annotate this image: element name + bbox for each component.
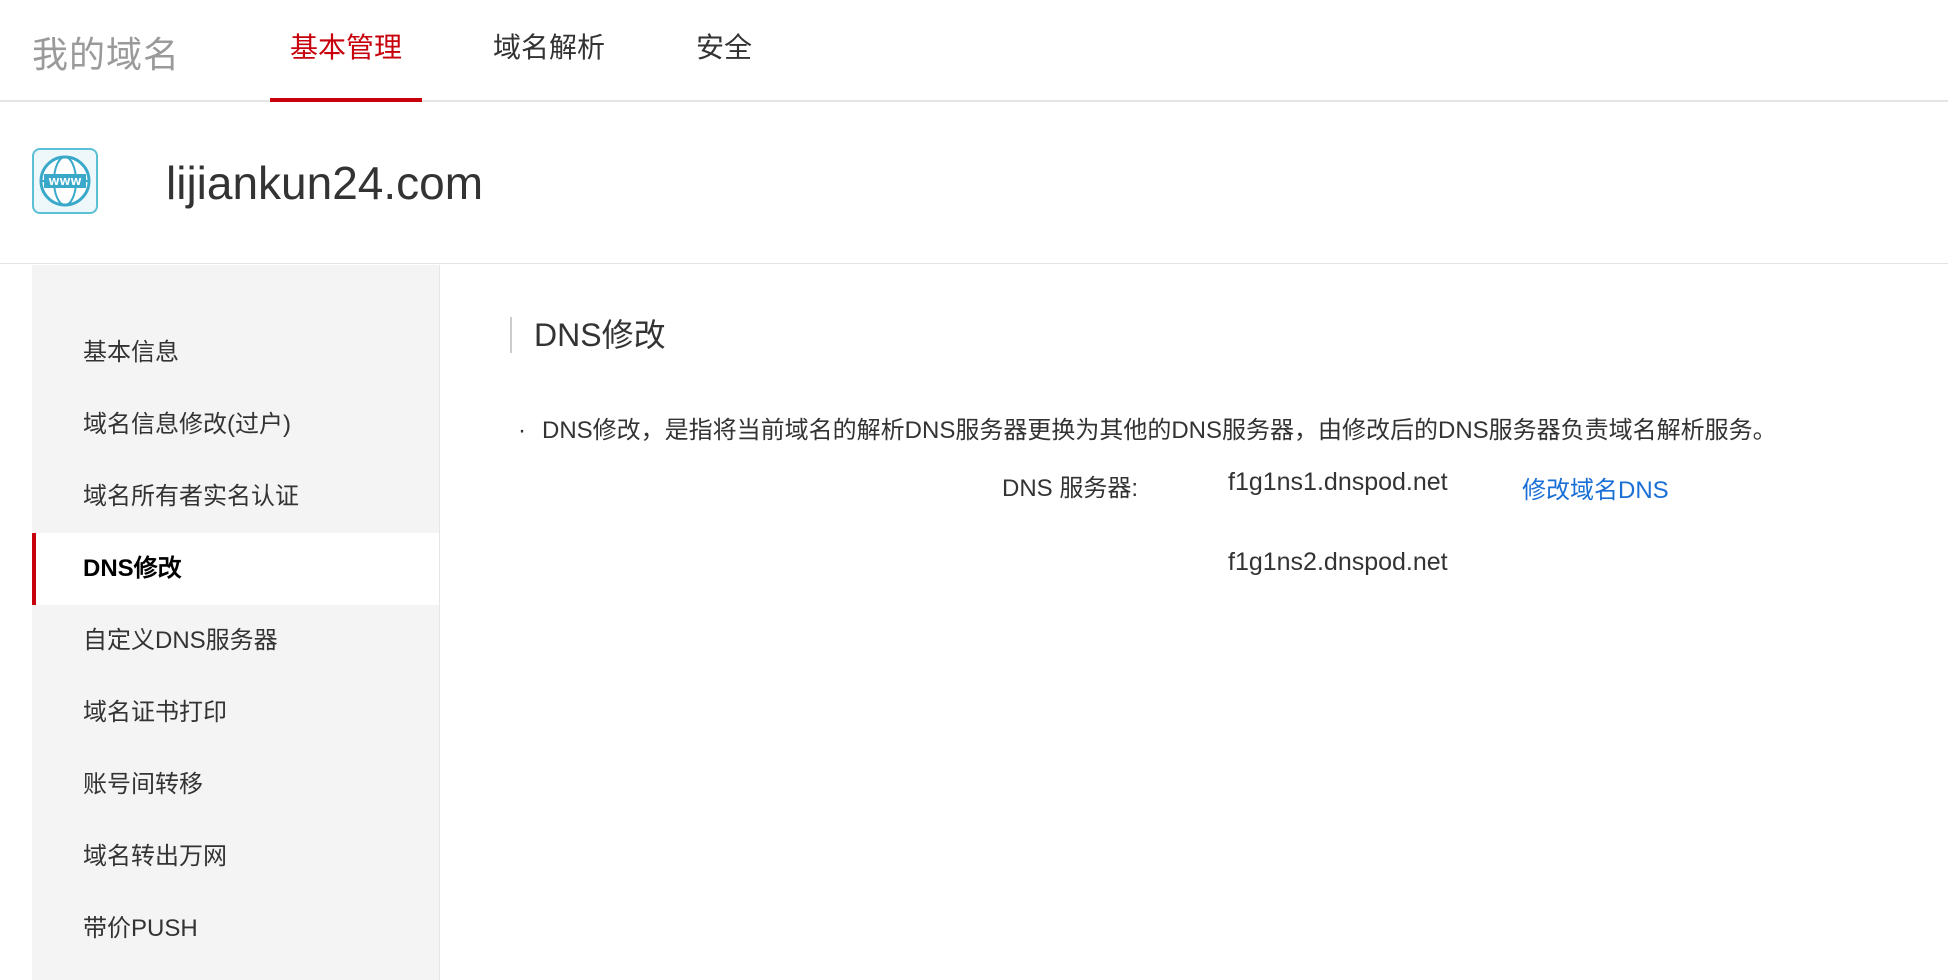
tab-security[interactable]: 安全 [686, 0, 762, 102]
domain-name: lijiankun24.com [166, 157, 484, 209]
svg-text:WWW: WWW [48, 177, 81, 188]
sidebar-item-domain-info-transfer[interactable]: 域名信息修改(过户) [32, 389, 439, 461]
sidebar-item-basic-info[interactable]: 基本信息 [32, 317, 439, 389]
domain-header: WWW lijiankun24.com [0, 104, 1948, 264]
sidebar-item-account-transfer[interactable]: 账号间转移 [32, 749, 439, 821]
www-globe-icon: WWW [32, 148, 98, 214]
dns-server-label: DNS 服务器: [1002, 475, 1139, 502]
main-content: DNS修改 · DNS修改，是指将当前域名的解析DNS服务器更换为其他的DNS服务… [440, 265, 1948, 980]
dns-server-1: f1g1ns1.dnspod.net [1228, 468, 1448, 496]
sidebar-item-transfer-out[interactable]: 域名转出万网 [32, 821, 439, 893]
tab-basic-management[interactable]: 基本管理 [270, 0, 422, 102]
modify-dns-link[interactable]: 修改域名DNS [1522, 470, 1669, 505]
sidebar-item-certificate-print[interactable]: 域名证书打印 [32, 677, 439, 749]
sidebar-item-custom-dns-server[interactable]: 自定义DNS服务器 [32, 605, 439, 677]
sidebar-item-priced-push[interactable]: 带价PUSH [32, 893, 439, 965]
tab-domain-resolution[interactable]: 域名解析 [484, 0, 614, 102]
description-text: DNS修改，是指将当前域名的解析DNS服务器更换为其他的DNS服务器，由修改后的… [542, 417, 1777, 444]
sidebar-item-dns-modify[interactable]: DNS修改 [32, 533, 439, 605]
section-title: DNS修改 [510, 317, 666, 353]
description: · DNS修改，是指将当前域名的解析DNS服务器更换为其他的DNS服务器，由修改后… [518, 410, 1777, 445]
top-navigation-bar: 我的域名 基本管理 域名解析 安全 [0, 0, 1948, 102]
bullet-point: · [518, 417, 526, 444]
sidebar-item-owner-verification[interactable]: 域名所有者实名认证 [32, 461, 439, 533]
brand-title: 我的域名 [32, 34, 181, 75]
dns-server-2: f1g1ns2.dnspod.net [1228, 548, 1448, 576]
sidebar: 基本信息 域名信息修改(过户) 域名所有者实名认证 DNS修改 自定义DNS服务… [32, 265, 440, 980]
